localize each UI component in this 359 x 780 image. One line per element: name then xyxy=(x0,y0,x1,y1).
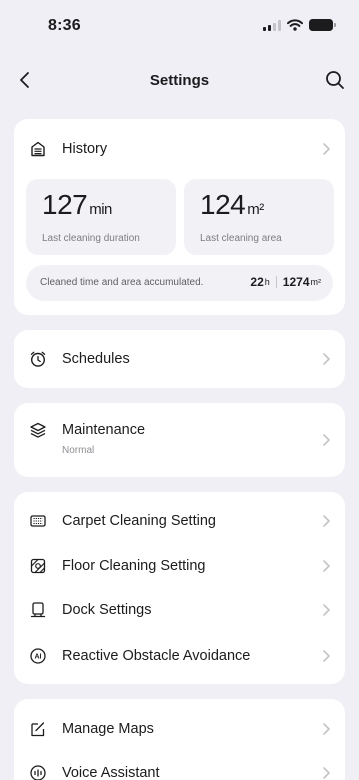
navigation-bar: Settings xyxy=(0,60,359,100)
dock-icon xyxy=(28,600,48,620)
voice-assistant-label: Voice Assistant xyxy=(62,765,160,780)
accumulated-values: 22 h 1274 m² xyxy=(250,275,321,289)
voice-assistant-row[interactable]: Voice Assistant xyxy=(14,753,345,780)
history-icon xyxy=(28,139,48,159)
schedules-label: Schedules xyxy=(62,351,130,367)
chevron-right-icon xyxy=(323,604,330,616)
carpet-icon xyxy=(28,511,48,531)
carpet-cleaning-label: Carpet Cleaning Setting xyxy=(62,513,216,529)
obstacle-avoidance-row[interactable]: AI Reactive Obstacle Avoidance xyxy=(14,636,345,676)
chevron-right-icon xyxy=(323,650,330,662)
chevron-right-icon xyxy=(323,723,330,735)
duration-value: 127 min xyxy=(42,189,112,220)
voice-icon xyxy=(28,763,48,780)
status-icons xyxy=(263,19,336,31)
floor-icon xyxy=(28,556,48,576)
history-row[interactable]: History xyxy=(14,129,345,169)
maintenance-status: Normal xyxy=(62,445,95,456)
map-icon xyxy=(28,719,48,739)
divider xyxy=(275,276,277,288)
obstacle-avoidance-label: Reactive Obstacle Avoidance xyxy=(62,648,251,664)
maintenance-card[interactable]: Maintenance Normal xyxy=(14,403,345,477)
page-title: Settings xyxy=(149,72,210,89)
history-card: History 127 min Last cleaning duration 12… xyxy=(14,119,345,315)
last-duration-box: 127 min Last cleaning duration xyxy=(26,179,176,255)
dock-settings-row[interactable]: Dock Settings xyxy=(14,590,345,630)
maps-voice-card: Manage Maps Voice Assistant xyxy=(14,699,345,780)
accumulated-summary: Cleaned time and area accumulated. 22 h … xyxy=(26,265,333,301)
chevron-right-icon xyxy=(323,515,330,527)
status-bar: 8:36 xyxy=(0,0,359,52)
accumulated-area-unit: m² xyxy=(310,277,322,287)
svg-text:AI: AI xyxy=(35,654,42,661)
layers-icon xyxy=(28,420,48,440)
area-value: 124 m² xyxy=(200,189,264,220)
accumulated-time-unit: h xyxy=(264,277,270,287)
duration-unit: min xyxy=(89,201,112,218)
manage-maps-row[interactable]: Manage Maps xyxy=(14,709,345,749)
ai-icon: AI xyxy=(28,646,48,666)
last-area-box: 124 m² Last cleaning area xyxy=(184,179,334,255)
maintenance-label: Maintenance xyxy=(62,422,146,438)
history-label: History xyxy=(62,141,108,157)
area-label: Last cleaning area xyxy=(200,233,282,244)
dock-settings-label: Dock Settings xyxy=(62,602,152,618)
chevron-right-icon xyxy=(323,143,330,155)
area-unit: m² xyxy=(247,201,264,218)
chevron-right-icon xyxy=(323,767,330,779)
battery-icon xyxy=(309,19,336,31)
cleaning-settings-card: Carpet Cleaning Setting Floor Cleaning S… xyxy=(14,492,345,684)
chevron-right-icon xyxy=(323,560,330,572)
accumulated-area: 1274 xyxy=(282,275,310,289)
cellular-signal-icon xyxy=(263,19,281,31)
floor-cleaning-label: Floor Cleaning Setting xyxy=(62,558,206,574)
accumulated-label: Cleaned time and area accumulated. xyxy=(40,277,204,288)
chevron-right-icon xyxy=(323,353,330,365)
manage-maps-label: Manage Maps xyxy=(62,721,154,737)
schedules-row[interactable]: Schedules xyxy=(14,339,345,379)
wifi-icon xyxy=(287,19,303,31)
duration-label: Last cleaning duration xyxy=(42,233,140,244)
accumulated-time: 22 xyxy=(250,275,264,289)
chevron-right-icon xyxy=(323,434,330,446)
search-icon[interactable] xyxy=(323,68,347,92)
carpet-cleaning-row[interactable]: Carpet Cleaning Setting xyxy=(14,501,345,541)
schedules-card[interactable]: Schedules xyxy=(14,330,345,388)
floor-cleaning-row[interactable]: Floor Cleaning Setting xyxy=(14,546,345,586)
alarm-clock-icon xyxy=(28,349,48,369)
status-time: 8:36 xyxy=(48,17,81,34)
